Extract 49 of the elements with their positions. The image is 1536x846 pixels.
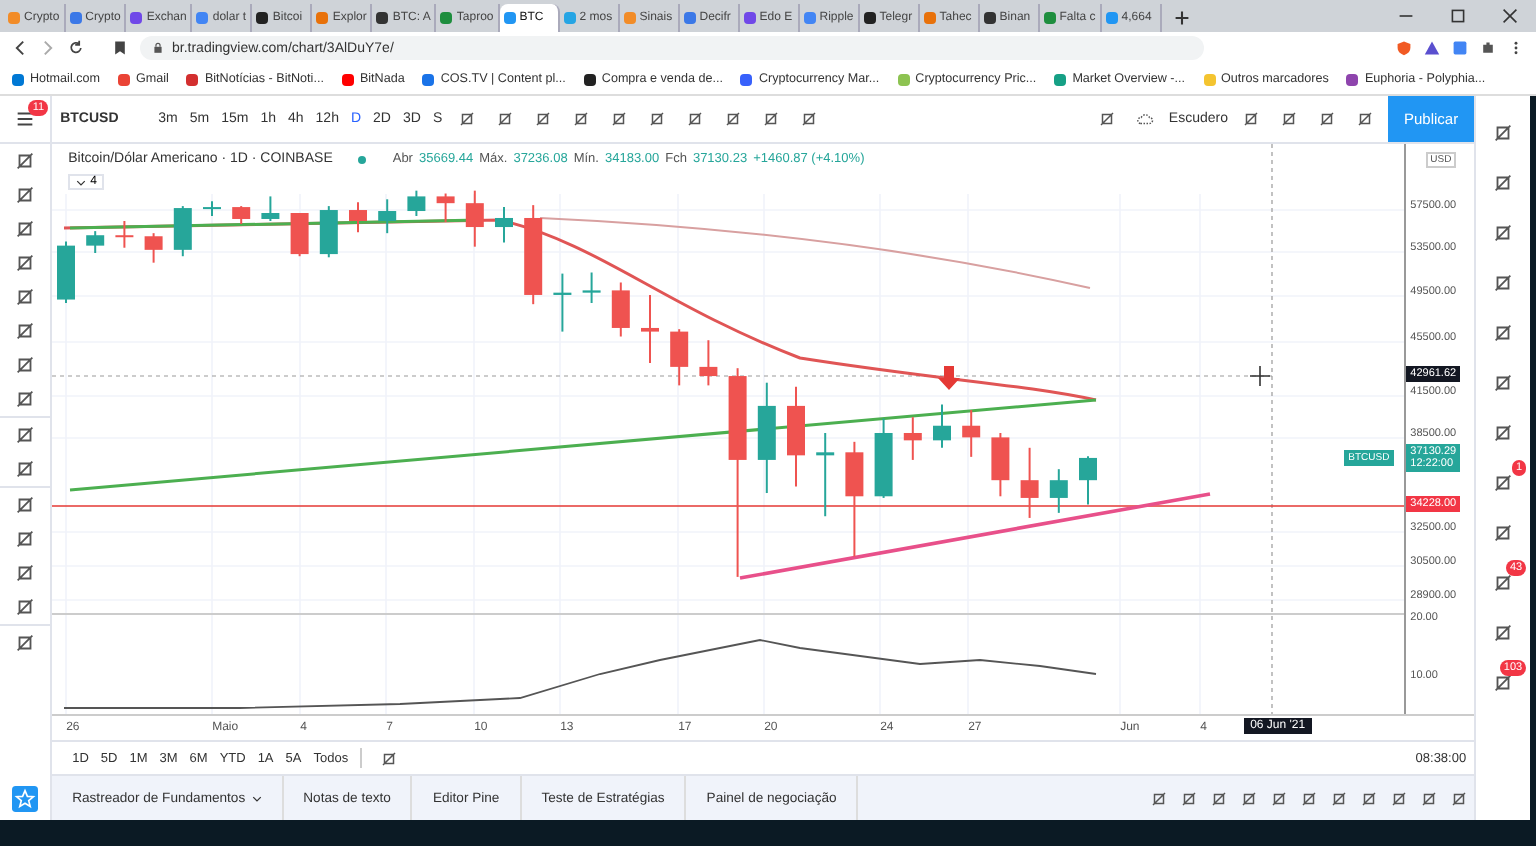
candle <box>962 409 981 458</box>
candle <box>816 432 835 518</box>
candle <box>670 328 689 387</box>
star-icon[interactable] <box>12 786 39 812</box>
cloud-icon[interactable] <box>1136 110 1155 128</box>
candle <box>320 205 338 259</box>
candle <box>1050 468 1068 514</box>
candle <box>582 271 601 304</box>
candle <box>612 281 630 338</box>
candle <box>115 220 134 249</box>
bookmark-icon[interactable] <box>112 40 128 56</box>
candle <box>758 381 776 495</box>
candle <box>524 204 543 306</box>
candle <box>290 212 309 258</box>
back-icon[interactable] <box>12 40 28 56</box>
candle <box>466 189 484 248</box>
triangle-icon[interactable] <box>1424 40 1440 56</box>
candle <box>904 416 922 461</box>
candle <box>933 403 952 449</box>
candle <box>699 339 718 387</box>
candle <box>407 189 426 217</box>
candle <box>845 440 864 558</box>
candle <box>991 432 1010 498</box>
new-tab-icon[interactable] <box>1173 10 1190 26</box>
shield-icon[interactable] <box>1396 40 1412 56</box>
menu-icon[interactable] <box>14 108 37 130</box>
lock-icon <box>152 42 164 54</box>
candle <box>261 195 280 222</box>
candle <box>495 206 514 244</box>
candle <box>203 200 222 217</box>
close-icon[interactable] <box>1502 8 1518 24</box>
candle <box>57 240 76 304</box>
candle <box>1020 446 1039 519</box>
maximize-icon[interactable] <box>1450 8 1466 24</box>
candle <box>641 293 660 364</box>
candle <box>86 230 105 254</box>
candle <box>436 192 455 223</box>
candle <box>787 385 806 488</box>
candle <box>1079 455 1098 506</box>
candle <box>349 201 368 234</box>
status-dot-icon <box>358 155 367 163</box>
candle <box>144 232 163 264</box>
candle <box>378 198 397 235</box>
candle <box>232 205 251 225</box>
candle <box>174 205 192 258</box>
candle <box>874 417 893 499</box>
reload-icon[interactable] <box>68 40 84 56</box>
candle <box>553 272 572 333</box>
crosshair-cursor-icon <box>1250 366 1271 386</box>
